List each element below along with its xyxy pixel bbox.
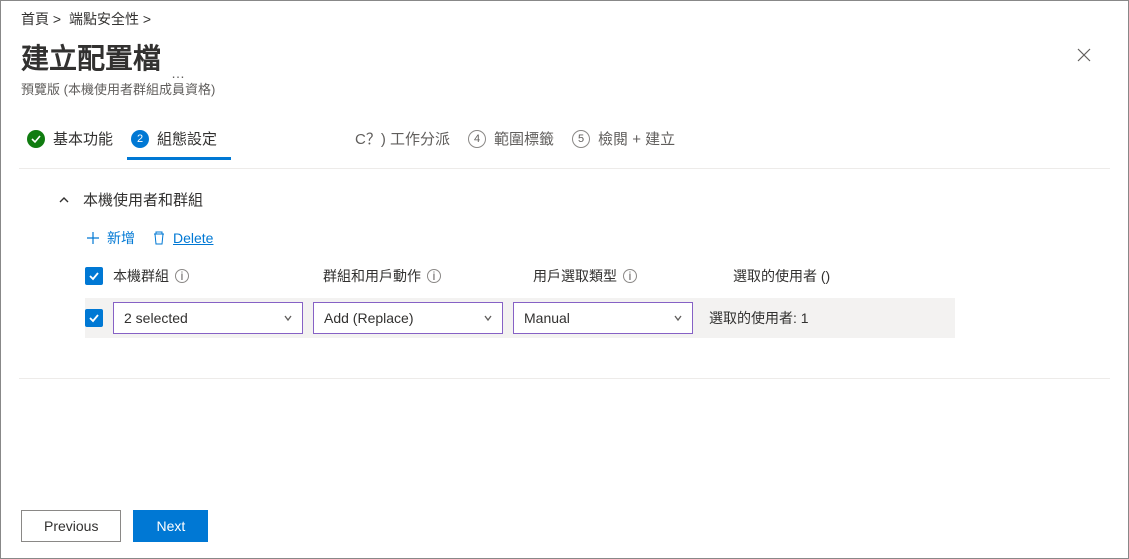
selected-users-result: 選取的使用者: 1 — [703, 308, 809, 328]
step-number-icon: 5 — [572, 130, 590, 148]
section-title: 本機使用者和群組 — [83, 189, 203, 210]
select-all-checkbox[interactable] — [85, 267, 103, 285]
info-icon[interactable]: i — [175, 269, 189, 283]
row-checkbox[interactable] — [85, 309, 103, 327]
column-headers: 本機群組 i 群組和用戶動作 i 用戶選取類型 i 選取的使用者 () — [85, 266, 1090, 286]
delete-button[interactable]: Delete — [151, 230, 213, 246]
step-basics-label: 基本功能 — [53, 128, 113, 149]
breadcrumb-endpoint[interactable]: 端點安全性 > — [69, 11, 151, 27]
col-user-selection-type: 用戶選取類型 — [533, 266, 617, 286]
breadcrumb[interactable]: 首頁 > 端點安全性 > — [1, 1, 1128, 33]
add-button[interactable]: 新增 — [85, 228, 135, 248]
divider — [19, 378, 1110, 379]
info-icon[interactable]: i — [623, 269, 637, 283]
step-basics[interactable]: 基本功能 — [23, 122, 127, 160]
delete-label: Delete — [173, 230, 213, 246]
step-assignments-label: C？) 工作分派 — [355, 128, 450, 149]
previous-button[interactable]: Previous — [21, 510, 121, 542]
chevron-down-icon — [482, 312, 494, 324]
table-row: 2 selected Add (Replace) Manual 選取的使用者: … — [85, 298, 955, 338]
step-number-icon: 2 — [131, 130, 149, 148]
section-local-users-groups[interactable]: 本機使用者和群組 — [57, 189, 1090, 210]
footer: Previous Next — [21, 510, 208, 542]
step-scope-tags[interactable]: 4 範圍標籤 — [464, 122, 568, 160]
more-dots-icon[interactable]: … — [171, 65, 187, 81]
plus-icon — [85, 230, 101, 246]
chevron-down-icon — [672, 312, 684, 324]
stepper: 基本功能 2 組態設定 C？) 工作分派 4 範圍標籤 5 檢閱 + 建立 — [1, 122, 1128, 160]
user-selection-type-value: Manual — [524, 310, 570, 326]
group-action-value: Add (Replace) — [324, 310, 414, 326]
group-action-select[interactable]: Add (Replace) — [313, 302, 503, 334]
col-local-group: 本機群組 — [113, 266, 169, 286]
check-icon — [27, 130, 45, 148]
chevron-down-icon — [282, 312, 294, 324]
col-group-user-action: 群組和用戶動作 — [323, 266, 421, 286]
trash-icon — [151, 230, 167, 246]
step-scope-tags-label: 範圍標籤 — [494, 128, 554, 149]
info-icon[interactable]: i — [427, 269, 441, 283]
add-label: 新增 — [107, 228, 135, 248]
page-title: 建立配置檔 — [21, 37, 161, 77]
user-selection-type-select[interactable]: Manual — [513, 302, 693, 334]
col-selected-users: 選取的使用者 () — [733, 266, 830, 286]
local-group-value: 2 selected — [124, 310, 188, 326]
step-config-label: 組態設定 — [157, 128, 217, 149]
next-button[interactable]: Next — [133, 510, 208, 542]
step-number-icon: 4 — [468, 130, 486, 148]
step-review-create[interactable]: 5 檢閱 + 建立 — [568, 122, 689, 160]
chevron-up-icon — [57, 193, 71, 207]
close-icon[interactable] — [1068, 43, 1100, 72]
step-assignments[interactable]: C？) 工作分派 — [351, 122, 464, 160]
step-config[interactable]: 2 組態設定 — [127, 122, 231, 160]
step-review-create-label: 檢閱 + 建立 — [598, 128, 675, 149]
local-group-select[interactable]: 2 selected — [113, 302, 303, 334]
breadcrumb-home[interactable]: 首頁 > — [21, 11, 61, 27]
